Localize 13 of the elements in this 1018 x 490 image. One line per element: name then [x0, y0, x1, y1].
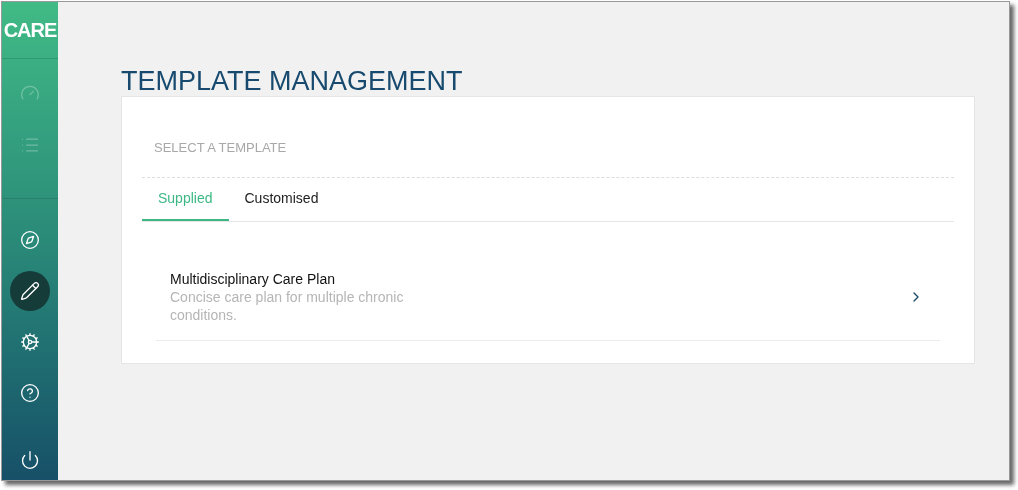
- pencil-icon: [20, 281, 40, 301]
- logo: CARE: [3, 18, 57, 43]
- template-title: Multidisciplinary Care Plan: [170, 270, 336, 288]
- help-icon: [20, 383, 40, 403]
- gear-icon: [20, 332, 40, 352]
- power-icon: [20, 450, 40, 470]
- nav-button[interactable]: [10, 271, 50, 311]
- page-title: TEMPLATE MANAGEMENT: [121, 66, 464, 96]
- template-item[interactable]: Multidisciplinary Care Plan Concise care plan for multiple chronic conditions.: [156, 270, 940, 341]
- section-heading: SELECT A TEMPLATE: [154, 140, 287, 155]
- tab[interactable]: Customised: [228, 178, 335, 221]
- template-description: Concise care plan for multiple chronic conditions.: [170, 288, 405, 324]
- compass-icon: [20, 230, 40, 250]
